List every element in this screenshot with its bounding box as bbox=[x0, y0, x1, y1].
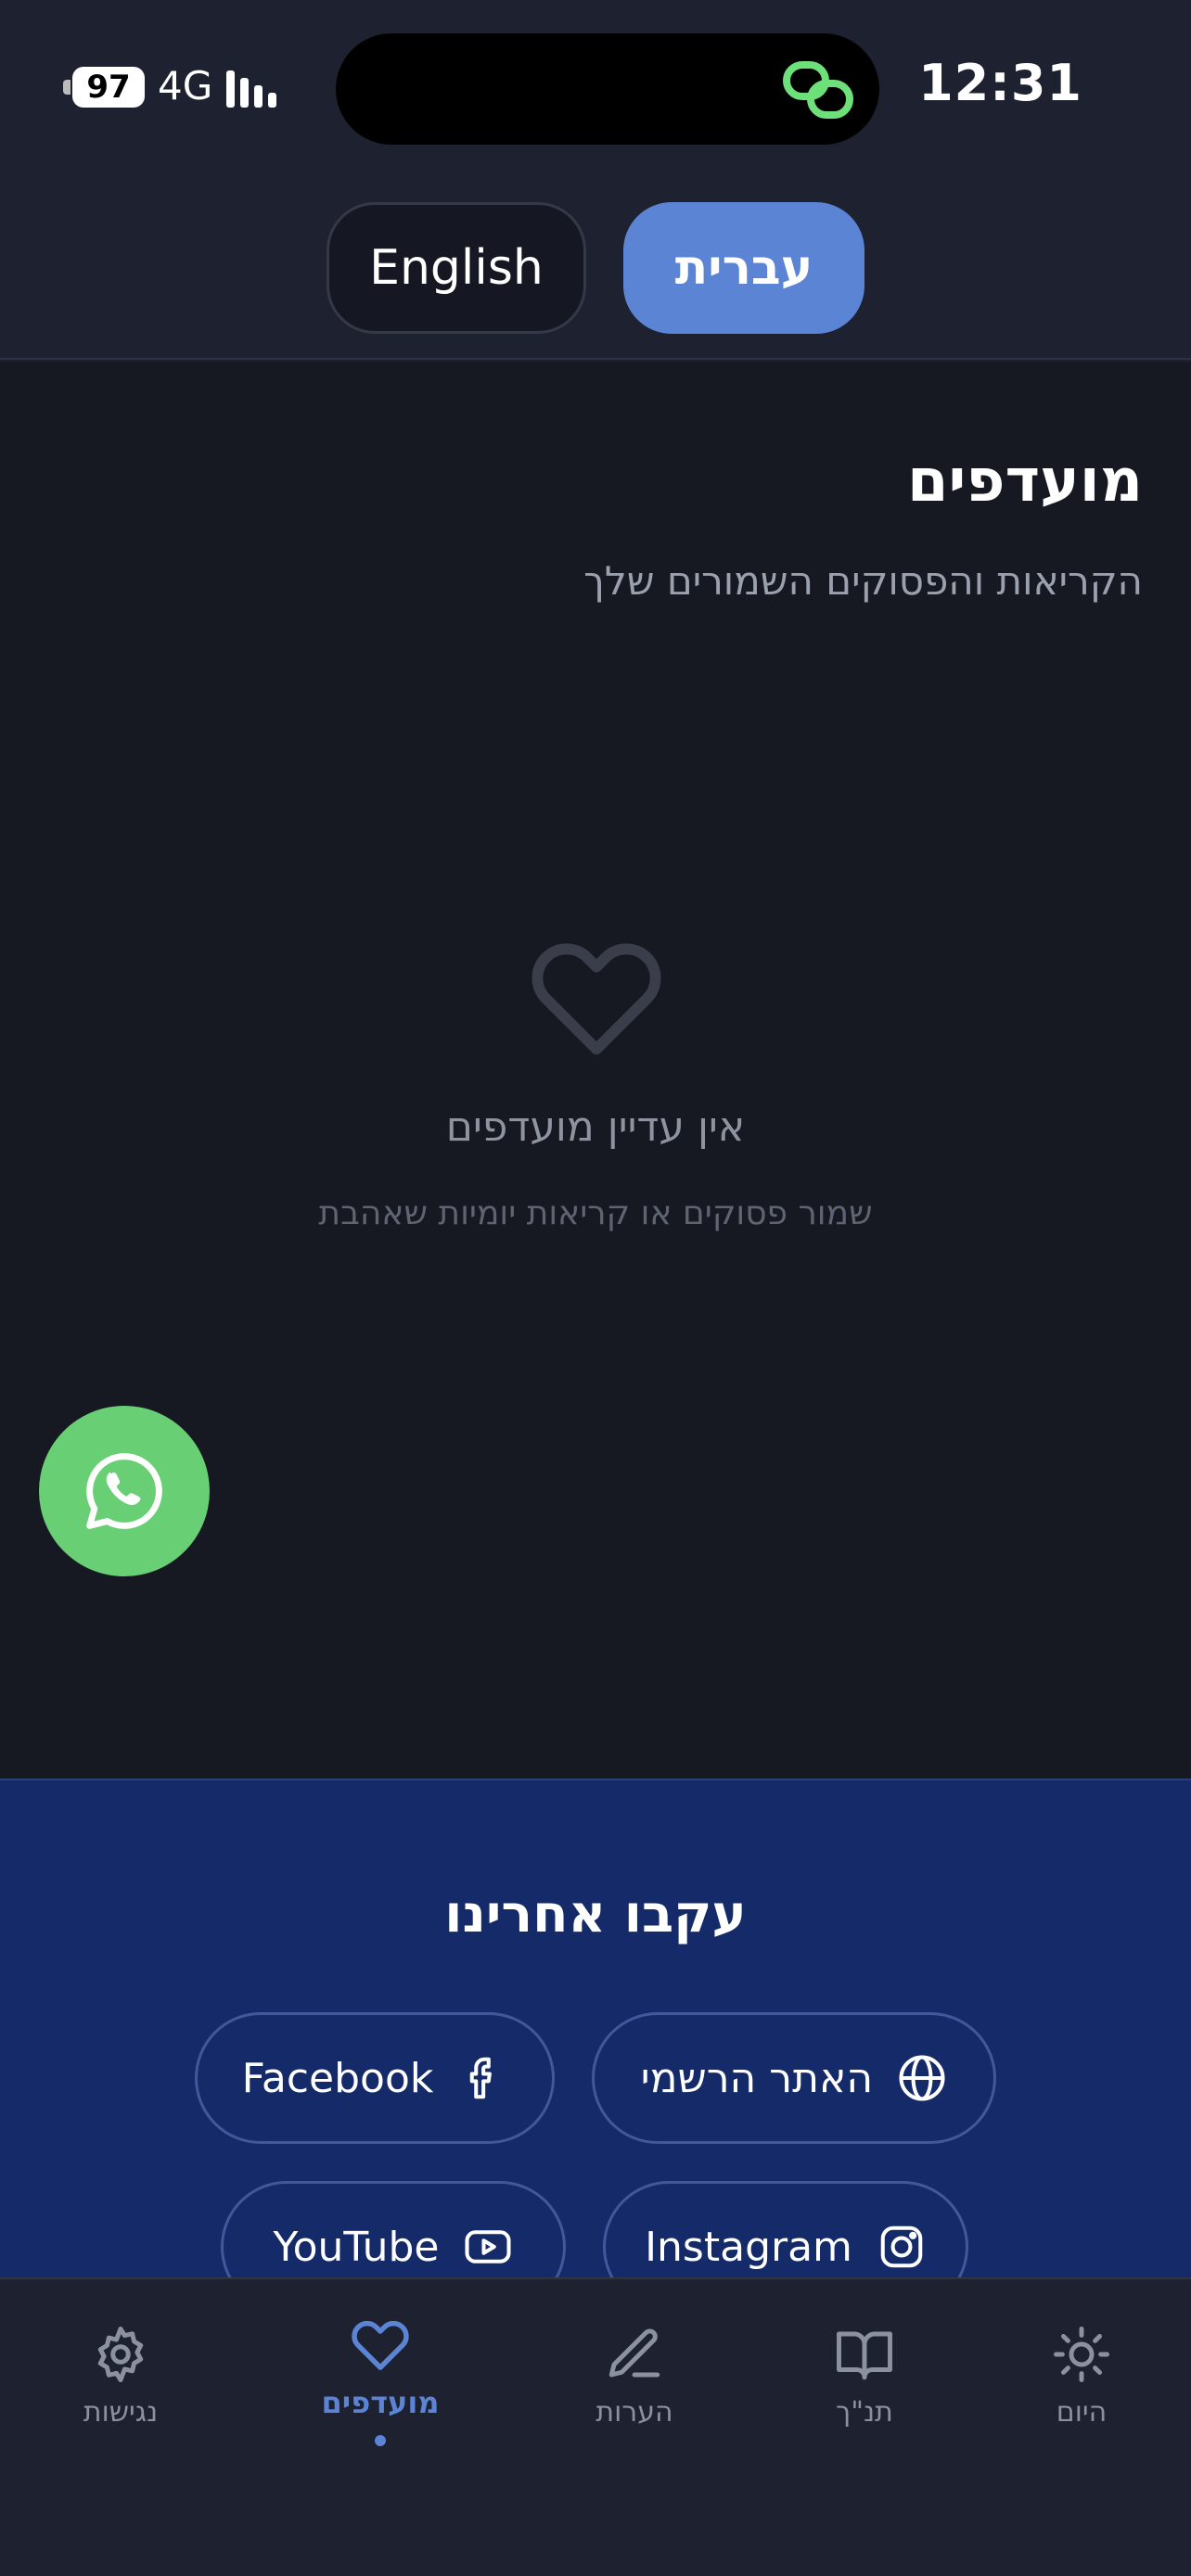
page-subtitle: הקריאות והפסוקים השמורים שלך bbox=[583, 558, 1143, 604]
sun-icon bbox=[1054, 2327, 1109, 2382]
english-language-button[interactable]: English bbox=[327, 202, 586, 334]
whatsapp-button[interactable] bbox=[39, 1406, 210, 1576]
globe-icon bbox=[899, 2055, 945, 2101]
nav-notes-label: הערות bbox=[596, 2396, 673, 2429]
nav-today-label: היום bbox=[1056, 2396, 1108, 2429]
signal-icon bbox=[226, 70, 282, 108]
facebook-button[interactable]: Facebook bbox=[195, 2012, 555, 2144]
whatsapp-icon bbox=[86, 1453, 162, 1529]
battery-tip bbox=[63, 80, 70, 95]
gear-icon bbox=[97, 2327, 144, 2382]
pencil-icon bbox=[608, 2328, 660, 2378]
nav-tanakh-label: תנ"ך bbox=[836, 2396, 893, 2429]
youtube-label: YouTube bbox=[273, 2223, 440, 2271]
clock: 12:31 bbox=[918, 54, 1082, 112]
nav-favorites[interactable]: מועדפים bbox=[278, 2313, 482, 2446]
link-icon bbox=[783, 61, 853, 119]
youtube-icon bbox=[465, 2230, 511, 2264]
nav-accessibility-label: נגישות bbox=[83, 2396, 159, 2429]
empty-state-title: אין עדיין מועדפים bbox=[445, 1103, 746, 1151]
active-indicator bbox=[375, 2435, 386, 2446]
website-label: האתר הרשמי bbox=[640, 2054, 874, 2102]
heart-icon bbox=[352, 2320, 409, 2370]
status-bar: 97 4G 12:31 bbox=[0, 0, 1191, 176]
empty-state-subtitle: שמור פסוקים או קריאות יומיות שאהבת bbox=[318, 1194, 873, 1232]
nav-favorites-label: מועדפים bbox=[321, 2385, 440, 2420]
follow-us-title: עקבו אחרינו bbox=[444, 1884, 747, 1945]
nav-tanakh[interactable]: תנ"ך bbox=[762, 2324, 967, 2429]
facebook-label: Facebook bbox=[241, 2054, 434, 2102]
hebrew-language-button[interactable]: עברית bbox=[623, 202, 864, 334]
follow-us-section: עקבו אחרינו האתר הרשמי Facebook Instagra… bbox=[0, 1779, 1191, 2313]
network-type: 4G bbox=[158, 63, 213, 108]
instagram-icon bbox=[880, 2225, 923, 2268]
page-title: מועדפים bbox=[906, 447, 1143, 516]
nav-today[interactable]: היום bbox=[980, 2324, 1184, 2429]
official-website-button[interactable]: האתר הרשמי bbox=[592, 2012, 996, 2144]
facebook-icon bbox=[470, 2057, 493, 2099]
book-icon bbox=[837, 2331, 892, 2380]
language-bar: English עברית bbox=[0, 176, 1191, 360]
nav-notes[interactable]: הערות bbox=[532, 2324, 736, 2429]
instagram-label: Instagram bbox=[645, 2223, 852, 2271]
battery-indicator: 97 bbox=[72, 67, 145, 108]
heart-icon bbox=[531, 943, 661, 1055]
bottom-navigation: היום תנ"ך הערות מועדפים נגישות bbox=[0, 2277, 1191, 2576]
nav-accessibility[interactable]: נגישות bbox=[19, 2324, 223, 2429]
favorites-content: מועדפים הקריאות והפסוקים השמורים שלך אין… bbox=[0, 362, 1191, 1779]
